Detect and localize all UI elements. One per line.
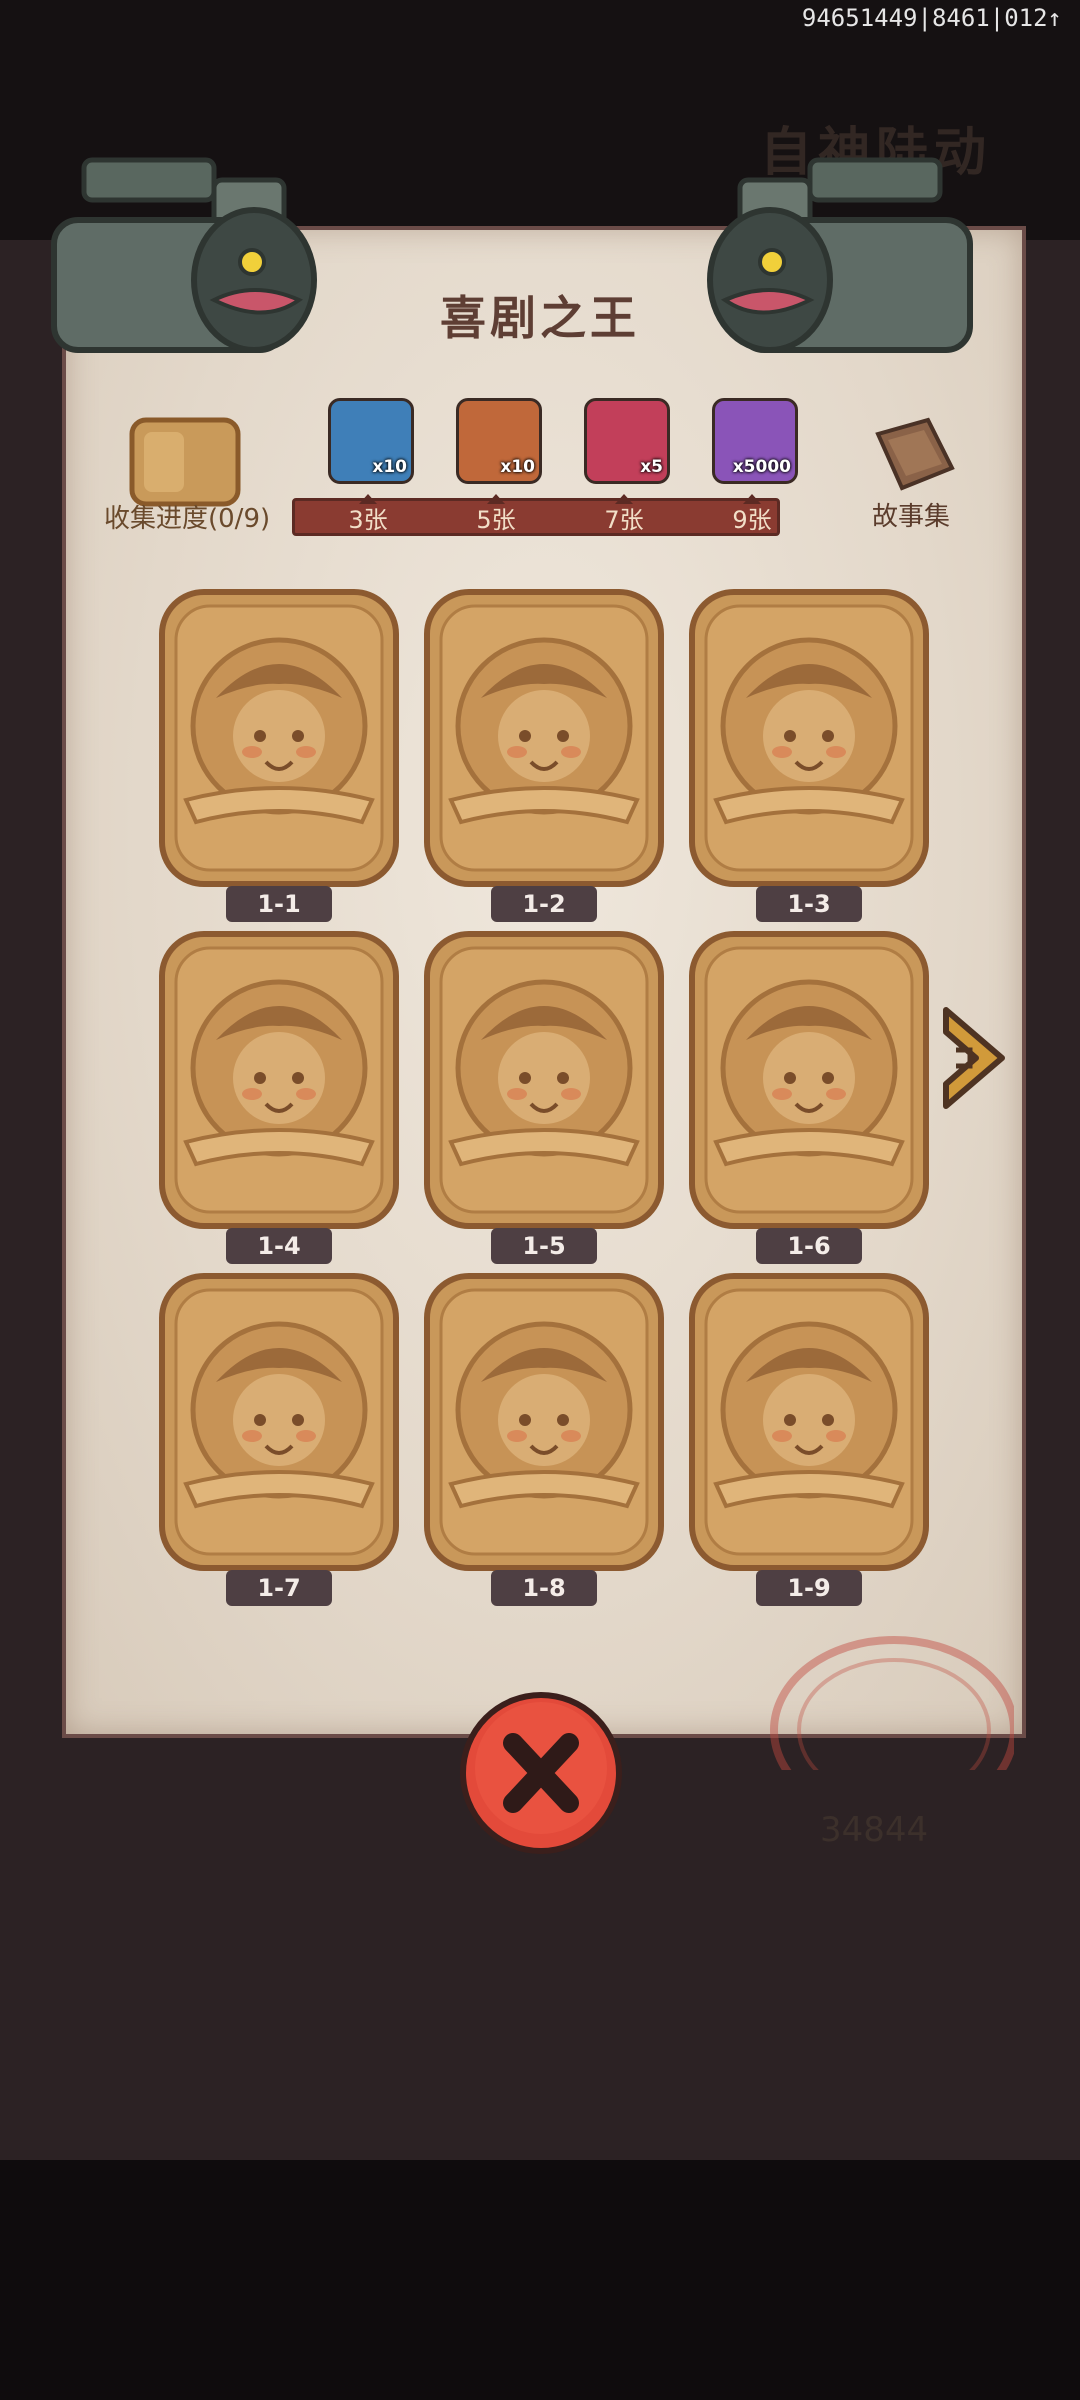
card-number-label: 1-4 bbox=[226, 1228, 332, 1264]
movie-camera-icon bbox=[707, 157, 973, 353]
card-number-label: 1-9 bbox=[756, 1570, 862, 1606]
locked-card-1-4[interactable] bbox=[156, 928, 402, 1232]
page-title: 喜剧之王 bbox=[440, 291, 640, 345]
locked-card-1-5[interactable] bbox=[421, 928, 667, 1232]
locked-card-1-3[interactable] bbox=[686, 586, 932, 890]
debug-id-text: 94651449|8461|012↑ bbox=[801, 4, 1062, 32]
story-book-icon[interactable] bbox=[868, 414, 958, 498]
wax-seal-stamp bbox=[770, 1636, 1014, 1770]
card-number-label: 1-8 bbox=[491, 1570, 597, 1606]
background-resource-count: 34844 bbox=[820, 1810, 929, 1850]
treasure-chest-icon[interactable]: x10 bbox=[328, 398, 414, 484]
reward-threshold-label: 9张 bbox=[732, 506, 772, 534]
collection-box-icon[interactable] bbox=[126, 412, 244, 510]
golden-key-icon[interactable]: x10 bbox=[456, 398, 542, 484]
reward-quantity: x10 bbox=[372, 457, 407, 477]
next-page-arrow-icon[interactable] bbox=[936, 1004, 1008, 1112]
card-number-label: 1-1 bbox=[226, 886, 332, 922]
locked-card-1-9[interactable] bbox=[686, 1270, 932, 1574]
card-number-label: 1-3 bbox=[756, 886, 862, 922]
reward-threshold-label: 5张 bbox=[476, 506, 516, 534]
purple-orb-icon[interactable]: x5 bbox=[584, 398, 670, 484]
bottom-dim-overlay bbox=[0, 2160, 1080, 2400]
movie-camera-icon bbox=[51, 157, 317, 353]
reward-quantity: x5000 bbox=[732, 457, 791, 477]
locked-card-1-1[interactable] bbox=[156, 586, 402, 890]
reward-threshold-label: 7张 bbox=[604, 506, 644, 534]
locked-card-1-7[interactable] bbox=[156, 1270, 402, 1574]
reward-threshold-label: 3张 bbox=[348, 506, 388, 534]
story-collection-label[interactable]: 故事集 bbox=[872, 496, 950, 533]
card-number-label: 1-5 bbox=[491, 1228, 597, 1264]
crystal-gem-icon[interactable]: x5000 bbox=[712, 398, 798, 484]
locked-card-1-8[interactable] bbox=[421, 1270, 667, 1574]
card-number-label: 1-2 bbox=[491, 886, 597, 922]
card-number-label: 1-7 bbox=[226, 1570, 332, 1606]
locked-card-1-6[interactable] bbox=[686, 928, 932, 1232]
locked-card-1-2[interactable] bbox=[421, 586, 667, 890]
reward-quantity: x5 bbox=[640, 457, 663, 477]
collection-progress-label: 收集进度(0/9) bbox=[104, 504, 271, 534]
card-number-label: 1-6 bbox=[756, 1228, 862, 1264]
close-button[interactable] bbox=[458, 1688, 624, 1858]
reward-quantity: x10 bbox=[500, 457, 535, 477]
